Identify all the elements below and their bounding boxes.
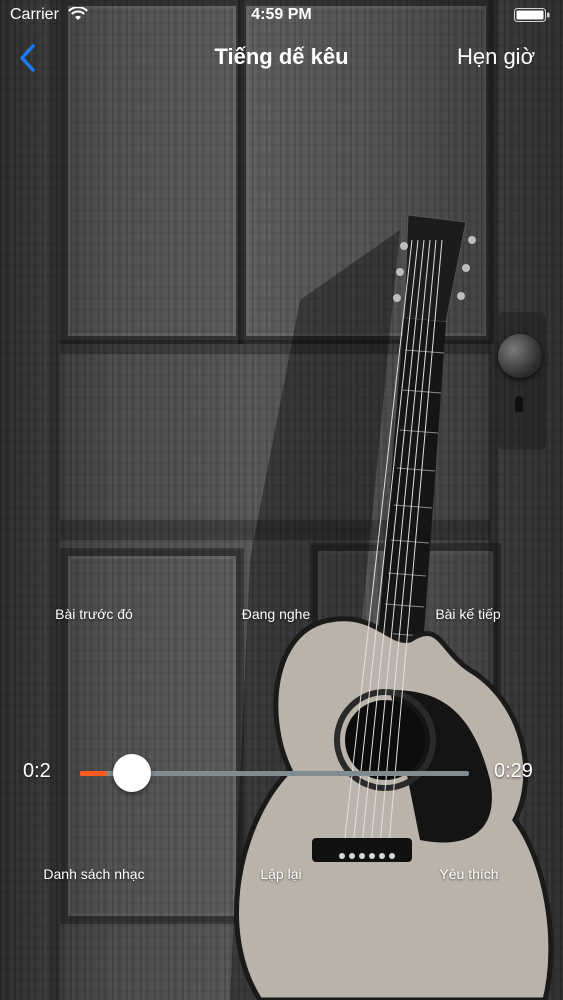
navigation-bar: Tiếng dế kêu Hẹn giờ	[0, 30, 563, 86]
battery-icon	[514, 8, 550, 22]
playlist-button[interactable]: Danh sách nhạc	[28, 866, 160, 882]
progress-thumb[interactable]	[112, 754, 151, 792]
favorite-button[interactable]: Yêu thích	[409, 866, 529, 882]
progress-slider[interactable]	[80, 754, 469, 792]
elapsed-time: 0:2	[23, 760, 51, 782]
status-bar: Carrier 4:59 PM	[0, 0, 563, 30]
progress-fill	[80, 771, 107, 776]
timer-button[interactable]: Hẹn giờ	[457, 44, 535, 70]
next-track-button[interactable]: Bài kế tiếp	[408, 606, 528, 622]
background-photo	[0, 0, 563, 1000]
status-time: 4:59 PM	[251, 6, 312, 23]
guitar-illustration	[230, 214, 554, 1000]
repeat-button[interactable]: Lặp lại	[221, 866, 341, 882]
duration-time: 0:29	[494, 760, 533, 782]
previous-track-button[interactable]: Bài trước đó	[34, 606, 154, 622]
now-playing-button[interactable]: Đang nghe	[216, 606, 336, 622]
